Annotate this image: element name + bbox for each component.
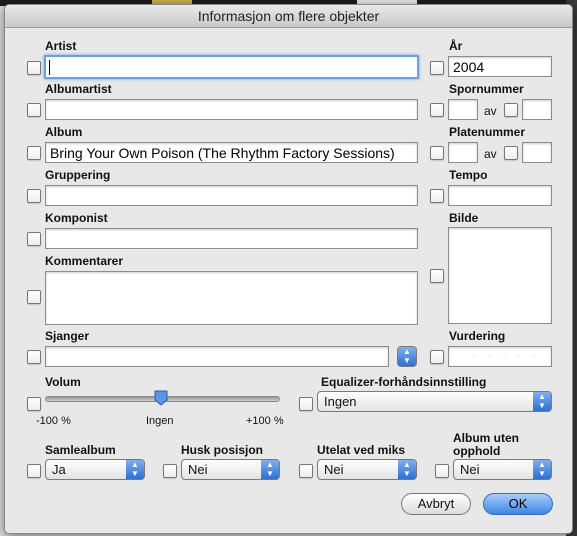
volume-min-label: -100 % <box>36 415 71 427</box>
track-of-label: av <box>484 104 497 118</box>
skip-shuffle-popup[interactable]: Nei ▲ ▼ <box>317 459 417 480</box>
track-count-checkbox[interactable] <box>504 103 518 117</box>
artwork-label: Bilde <box>449 211 479 225</box>
multiple-item-info-dialog: Informasjon om flere objekter Artist År … <box>4 4 573 534</box>
genre-dropdown-button[interactable]: ▲ ▼ <box>397 346 417 367</box>
skip-shuffle-label: Utelat ved miks <box>317 443 406 457</box>
compilation-popup[interactable]: Ja ▲ ▼ <box>45 459 145 480</box>
artist-field[interactable] <box>44 55 419 79</box>
artist-label: Artist <box>45 39 77 53</box>
disc-number-field[interactable] <box>448 142 478 163</box>
titlebar: Informasjon om flere objekter <box>5 5 572 28</box>
rating-label: Vurdering <box>449 329 506 343</box>
cancel-button[interactable]: Avbryt <box>401 493 471 515</box>
disc-number-label: Platenummer <box>449 125 526 139</box>
composer-checkbox[interactable] <box>27 232 41 246</box>
updown-arrows-icon: ▲ ▼ <box>398 347 416 366</box>
grouping-checkbox[interactable] <box>27 189 41 203</box>
volume-slider-knob[interactable] <box>154 390 168 406</box>
album-artist-checkbox[interactable] <box>27 103 41 117</box>
track-number-label: Spornummer <box>449 82 524 96</box>
rating-field[interactable]: · · · · · <box>448 346 552 367</box>
comments-label: Kommentarer <box>45 254 124 268</box>
album-artist-field[interactable] <box>45 99 418 120</box>
artist-checkbox[interactable] <box>27 61 41 75</box>
tempo-checkbox[interactable] <box>430 189 444 203</box>
genre-label: Sjanger <box>45 329 90 343</box>
compilation-label: Samlealbum <box>45 443 116 457</box>
track-number-checkbox[interactable] <box>430 103 444 117</box>
album-artist-label: Albumartist <box>45 82 112 96</box>
updown-arrows-icon: ▲ ▼ <box>261 460 279 479</box>
rating-stars: · · · · · <box>473 352 541 361</box>
window-title: Informasjon om flere objekter <box>197 8 380 24</box>
volume-checkbox[interactable] <box>27 397 41 411</box>
equalizer-popup[interactable]: Ingen ▲ ▼ <box>317 391 552 412</box>
gapless-label-line1: Album uten <box>453 431 519 445</box>
artwork-well[interactable] <box>448 227 552 324</box>
album-checkbox[interactable] <box>27 146 41 160</box>
artwork-checkbox[interactable] <box>430 269 444 283</box>
updown-arrows-icon: ▲ ▼ <box>398 460 416 479</box>
year-field[interactable]: 2004 <box>448 56 552 77</box>
disc-count-checkbox[interactable] <box>504 146 518 160</box>
skip-shuffle-checkbox[interactable] <box>299 464 313 478</box>
composer-field[interactable] <box>45 228 418 249</box>
tempo-label: Tempo <box>449 168 488 182</box>
gapless-popup[interactable]: Nei ▲ ▼ <box>453 459 552 480</box>
volume-label: Volum <box>45 375 81 389</box>
grouping-field[interactable] <box>45 185 418 206</box>
volume-max-label: +100 % <box>246 415 284 427</box>
compilation-checkbox[interactable] <box>27 464 41 478</box>
remember-position-popup[interactable]: Nei ▲ ▼ <box>181 459 280 480</box>
equalizer-checkbox[interactable] <box>299 397 313 411</box>
year-checkbox[interactable] <box>430 61 444 75</box>
year-label: År <box>449 39 463 53</box>
tempo-field[interactable] <box>448 185 552 206</box>
gapless-label-line2: opphold <box>453 444 501 458</box>
updown-arrows-icon: ▲ ▼ <box>533 392 551 411</box>
track-number-field[interactable] <box>448 99 478 120</box>
album-field[interactable]: Bring Your Own Poison (The Rhythm Factor… <box>45 142 418 163</box>
comments-checkbox[interactable] <box>27 290 41 304</box>
equalizer-label: Equalizer-forhåndsinnstilling <box>321 375 487 389</box>
remember-position-label: Husk posisjon <box>181 443 264 457</box>
grouping-label: Gruppering <box>45 168 111 182</box>
genre-field[interactable] <box>45 346 389 367</box>
track-count-field[interactable] <box>522 99 552 120</box>
gapless-checkbox[interactable] <box>435 464 449 478</box>
comments-field[interactable] <box>45 271 418 325</box>
album-label: Album <box>45 125 83 139</box>
ok-button[interactable]: OK <box>483 493 553 515</box>
disc-count-field[interactable] <box>522 142 552 163</box>
volume-mid-label: Ingen <box>146 415 174 427</box>
remember-position-checkbox[interactable] <box>163 464 177 478</box>
rating-checkbox[interactable] <box>430 350 444 364</box>
updown-arrows-icon: ▲ ▼ <box>126 460 144 479</box>
disc-of-label: av <box>484 147 497 161</box>
disc-number-checkbox[interactable] <box>430 146 444 160</box>
updown-arrows-icon: ▲ ▼ <box>533 460 551 479</box>
text-cursor <box>49 59 50 75</box>
genre-checkbox[interactable] <box>27 350 41 364</box>
composer-label: Komponist <box>45 211 108 225</box>
